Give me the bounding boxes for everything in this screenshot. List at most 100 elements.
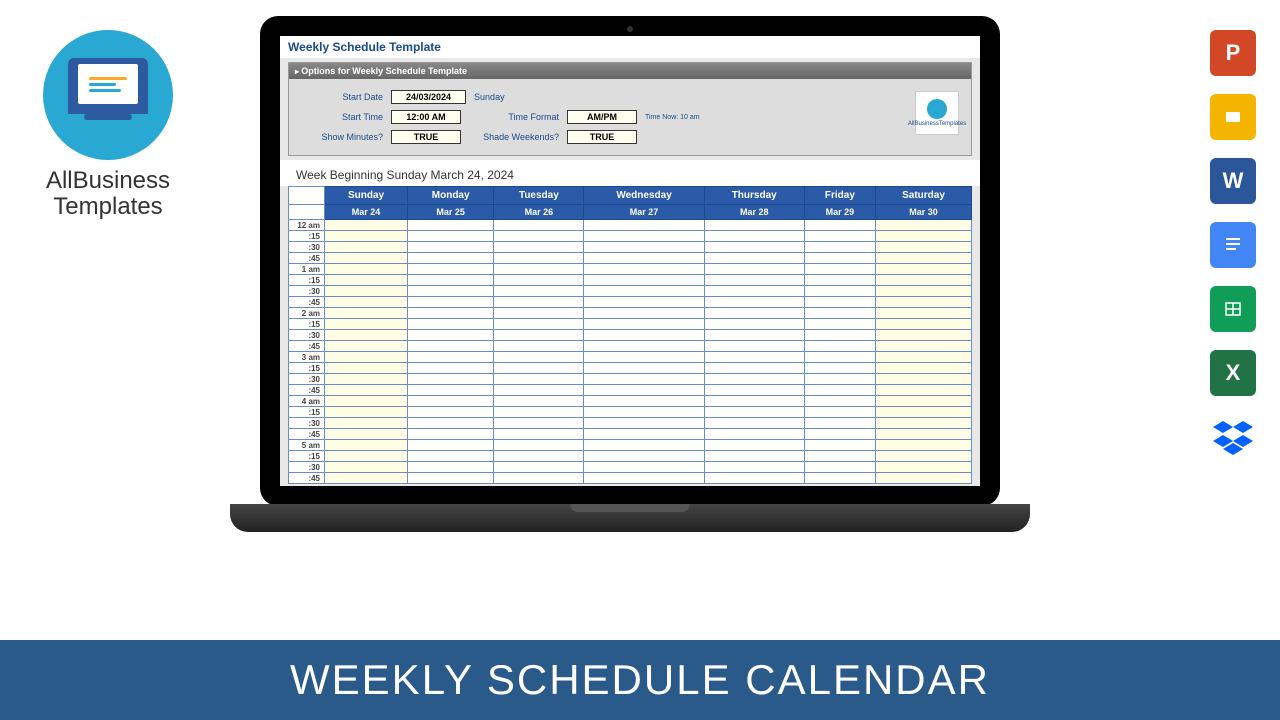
calendar-cell[interactable] [704,363,804,374]
calendar-cell[interactable] [408,286,494,297]
time-row[interactable]: :15 [289,451,972,462]
calendar-cell[interactable] [876,440,972,451]
calendar-cell[interactable] [804,220,875,231]
calendar-cell[interactable] [804,319,875,330]
calendar-cell[interactable] [408,407,494,418]
show-minutes-input[interactable]: TRUE [391,130,461,144]
calendar-cell[interactable] [804,308,875,319]
calendar-cell[interactable] [876,220,972,231]
calendar-cell[interactable] [804,418,875,429]
calendar-cell[interactable] [325,253,408,264]
calendar-cell[interactable] [584,462,704,473]
time-row[interactable]: :30 [289,418,972,429]
calendar-cell[interactable] [325,341,408,352]
calendar-cell[interactable] [584,341,704,352]
calendar-cell[interactable] [804,429,875,440]
time-row[interactable]: 3 am [289,352,972,363]
calendar-cell[interactable] [876,451,972,462]
calendar-cell[interactable] [408,440,494,451]
calendar-cell[interactable] [494,297,584,308]
calendar-cell[interactable] [408,242,494,253]
calendar-cell[interactable] [408,231,494,242]
calendar-grid[interactable]: SundayMondayTuesdayWednesdayThursdayFrid… [288,186,972,484]
calendar-cell[interactable] [325,418,408,429]
start-date-input[interactable]: 24/03/2024 [391,90,466,104]
calendar-cell[interactable] [408,418,494,429]
calendar-cell[interactable] [408,308,494,319]
calendar-cell[interactable] [408,319,494,330]
calendar-cell[interactable] [704,220,804,231]
calendar-cell[interactable] [704,429,804,440]
calendar-cell[interactable] [584,385,704,396]
calendar-cell[interactable] [494,451,584,462]
time-row[interactable]: :15 [289,231,972,242]
calendar-cell[interactable] [704,418,804,429]
calendar-cell[interactable] [804,286,875,297]
calendar-cell[interactable] [704,264,804,275]
calendar-cell[interactable] [494,319,584,330]
calendar-cell[interactable] [584,308,704,319]
calendar-cell[interactable] [704,231,804,242]
calendar-cell[interactable] [584,473,704,484]
calendar-cell[interactable] [408,451,494,462]
calendar-cell[interactable] [704,451,804,462]
time-row[interactable]: :15 [289,275,972,286]
calendar-cell[interactable] [804,363,875,374]
calendar-cell[interactable] [325,440,408,451]
time-row[interactable]: :30 [289,330,972,341]
calendar-cell[interactable] [325,374,408,385]
calendar-cell[interactable] [876,275,972,286]
calendar-cell[interactable] [704,308,804,319]
calendar-cell[interactable] [704,473,804,484]
calendar-cell[interactable] [804,352,875,363]
calendar-cell[interactable] [494,429,584,440]
calendar-cell[interactable] [494,473,584,484]
calendar-cell[interactable] [584,264,704,275]
calendar-cell[interactable] [804,297,875,308]
calendar-cell[interactable] [584,352,704,363]
calendar-cell[interactable] [704,440,804,451]
calendar-cell[interactable] [325,275,408,286]
time-row[interactable]: 2 am [289,308,972,319]
calendar-cell[interactable] [584,242,704,253]
time-row[interactable]: :45 [289,297,972,308]
calendar-cell[interactable] [704,253,804,264]
calendar-cell[interactable] [804,231,875,242]
calendar-cell[interactable] [494,231,584,242]
calendar-cell[interactable] [804,275,875,286]
calendar-cell[interactable] [494,385,584,396]
calendar-cell[interactable] [325,220,408,231]
calendar-cell[interactable] [408,363,494,374]
calendar-cell[interactable] [325,462,408,473]
calendar-cell[interactable] [876,242,972,253]
calendar-cell[interactable] [408,396,494,407]
calendar-cell[interactable] [408,341,494,352]
time-row[interactable]: :30 [289,242,972,253]
calendar-cell[interactable] [876,418,972,429]
calendar-cell[interactable] [876,385,972,396]
calendar-cell[interactable] [325,264,408,275]
calendar-cell[interactable] [704,275,804,286]
calendar-cell[interactable] [584,220,704,231]
calendar-cell[interactable] [408,374,494,385]
calendar-cell[interactable] [876,374,972,385]
calendar-cell[interactable] [408,253,494,264]
calendar-cell[interactable] [704,242,804,253]
calendar-cell[interactable] [584,231,704,242]
calendar-cell[interactable] [584,253,704,264]
calendar-cell[interactable] [325,242,408,253]
calendar-cell[interactable] [704,330,804,341]
calendar-cell[interactable] [804,407,875,418]
calendar-cell[interactable] [804,253,875,264]
time-row[interactable]: 12 am [289,220,972,231]
time-row[interactable]: :15 [289,407,972,418]
calendar-cell[interactable] [876,319,972,330]
calendar-cell[interactable] [804,385,875,396]
time-row[interactable]: :30 [289,286,972,297]
time-row[interactable]: :15 [289,363,972,374]
calendar-cell[interactable] [704,385,804,396]
calendar-cell[interactable] [876,341,972,352]
time-format-input[interactable]: AM/PM [567,110,637,124]
time-row[interactable]: :30 [289,462,972,473]
calendar-cell[interactable] [804,473,875,484]
